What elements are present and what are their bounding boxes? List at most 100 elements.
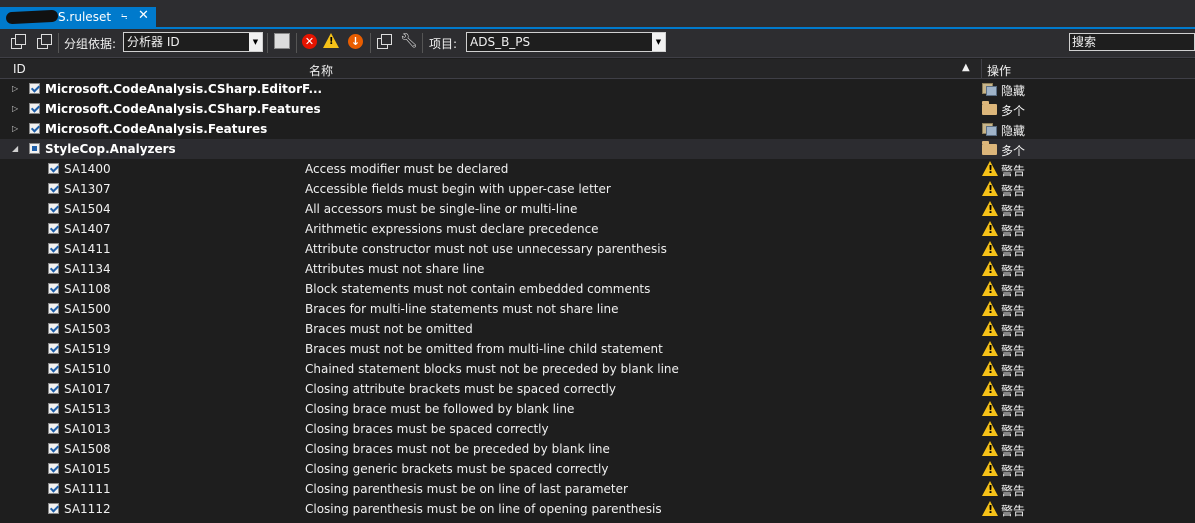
rule-row[interactable]: SA1504 All accessors must be single-line … (0, 199, 1195, 219)
rule-name: Accessible fields must begin with upper-… (305, 182, 611, 196)
rule-checkbox[interactable] (48, 363, 59, 374)
rule-row[interactable]: SA1508 Closing braces must not be precede… (0, 439, 1195, 459)
rule-action[interactable]: 警告 (1001, 302, 1025, 319)
rule-action[interactable]: 警告 (1001, 202, 1025, 219)
id-column-header[interactable]: ID (13, 62, 26, 76)
rule-checkbox[interactable] (48, 343, 59, 354)
name-column-header[interactable]: 名称 (309, 62, 333, 79)
collapsed-arrow-icon[interactable]: ▷ (12, 84, 18, 93)
collapsed-arrow-icon[interactable]: ▷ (12, 104, 18, 113)
rule-row[interactable]: SA1015 Closing generic brackets must be s… (0, 459, 1195, 479)
rule-checkbox[interactable] (48, 223, 59, 234)
rule-id: SA1017 (64, 382, 111, 396)
group-checkbox[interactable] (29, 143, 40, 154)
wrench-icon[interactable]: 🔧︎ (400, 33, 418, 49)
expanded-arrow-icon[interactable]: ◢ (12, 144, 18, 153)
rule-checkbox[interactable] (48, 183, 59, 194)
rule-checkbox[interactable] (48, 483, 59, 494)
rule-row[interactable]: SA1513 Closing brace must be followed by … (0, 399, 1195, 419)
analyzer-group-row[interactable]: ▷ Microsoft.CodeAnalysis.Features 隐藏 (0, 119, 1195, 139)
rule-row[interactable]: SA1112 Closing parenthesis must be on lin… (0, 499, 1195, 519)
rule-name: Braces must not be omitted from multi-li… (305, 342, 663, 356)
rule-action[interactable]: 警告 (1001, 442, 1025, 459)
chevron-down-icon[interactable]: ▼ (652, 33, 665, 51)
rule-row[interactable]: SA1407 Arithmetic expressions must declar… (0, 219, 1195, 239)
rule-row[interactable]: SA1519 Braces must not be omitted from mu… (0, 339, 1195, 359)
group-by-dropdown[interactable]: 分析器 ID ▼ (123, 32, 263, 52)
group-action[interactable]: 多个 (1001, 102, 1025, 119)
rule-row[interactable]: SA1503 Braces must not be omitted 警告 (0, 319, 1195, 339)
close-icon[interactable]: ✕ (138, 8, 149, 23)
rule-checkbox[interactable] (48, 283, 59, 294)
rule-checkbox[interactable] (48, 243, 59, 254)
search-input[interactable]: 搜索 (1069, 33, 1195, 51)
rule-name: Arithmetic expressions must declare prec… (305, 222, 599, 236)
rule-checkbox[interactable] (48, 163, 59, 174)
ruleset-toolbar: 分组依据: 分析器 ID ▼ ✕ ! ↓ 🔧︎ 项目: ADS_B_PS ▼ 搜… (0, 29, 1195, 58)
rule-checkbox[interactable] (48, 383, 59, 394)
rule-row[interactable]: SA1510 Chained statement blocks must not … (0, 359, 1195, 379)
rule-checkbox[interactable] (48, 323, 59, 334)
rule-action[interactable]: 警告 (1001, 242, 1025, 259)
rule-row[interactable]: SA1017 Closing attribute brackets must be… (0, 379, 1195, 399)
rule-row[interactable]: SA1013 Closing braces must be spaced corr… (0, 419, 1195, 439)
rule-action[interactable]: 警告 (1001, 182, 1025, 199)
rule-row[interactable]: SA1411 Attribute constructor must not use… (0, 239, 1195, 259)
rule-name: Braces must not be omitted (305, 322, 473, 336)
rule-name: Attribute constructor must not use unnec… (305, 242, 667, 256)
rule-row[interactable]: SA1111 Closing parenthesis must be on lin… (0, 479, 1195, 499)
action-column-header[interactable]: 操作 (987, 62, 1011, 79)
copy-icon[interactable] (377, 33, 393, 49)
rule-row[interactable]: SA1500 Braces for multi-line statements m… (0, 299, 1195, 319)
rule-checkbox[interactable] (48, 403, 59, 414)
rule-action[interactable]: 警告 (1001, 462, 1025, 479)
rule-row[interactable]: SA1307 Accessible fields must begin with … (0, 179, 1195, 199)
expand-all-icon[interactable] (11, 33, 27, 49)
pin-icon[interactable]: ⨫ (121, 9, 127, 23)
collapsed-arrow-icon[interactable]: ▷ (12, 124, 18, 133)
error-filter-icon[interactable]: ✕ (302, 34, 317, 49)
group-action[interactable]: 隐藏 (1001, 122, 1025, 139)
warning-filter-icon[interactable]: ! (323, 33, 339, 48)
rule-checkbox[interactable] (48, 303, 59, 314)
rule-action[interactable]: 警告 (1001, 162, 1025, 179)
analyzer-group-row[interactable]: ◢ StyleCop.Analyzers 多个 (0, 139, 1195, 159)
group-action[interactable]: 多个 (1001, 142, 1025, 159)
rule-action[interactable]: 警告 (1001, 422, 1025, 439)
chevron-down-icon[interactable]: ▼ (249, 33, 262, 51)
rule-checkbox[interactable] (48, 443, 59, 454)
rule-checkbox[interactable] (48, 263, 59, 274)
column-divider[interactable] (981, 59, 982, 78)
rule-action[interactable]: 警告 (1001, 402, 1025, 419)
rule-row[interactable]: SA1108 Block statements must not contain … (0, 279, 1195, 299)
rule-name: Closing brace must be followed by blank … (305, 402, 575, 416)
rule-action[interactable]: 警告 (1001, 382, 1025, 399)
document-tab[interactable]: S.ruleset ⨫ ✕ (0, 7, 156, 27)
rule-action[interactable]: 警告 (1001, 222, 1025, 239)
group-name: StyleCop.Analyzers (45, 142, 176, 156)
rule-action[interactable]: 警告 (1001, 262, 1025, 279)
group-checkbox[interactable] (29, 103, 40, 114)
rule-action[interactable]: 警告 (1001, 482, 1025, 499)
rule-name: Closing braces must be spaced correctly (305, 422, 549, 436)
rule-action[interactable]: 警告 (1001, 502, 1025, 519)
info-filter-icon[interactable]: ↓ (348, 34, 363, 49)
rule-row[interactable]: SA1400 Access modifier must be declared 警告 (0, 159, 1195, 179)
rule-checkbox[interactable] (48, 203, 59, 214)
rule-action[interactable]: 警告 (1001, 362, 1025, 379)
rule-checkbox[interactable] (48, 503, 59, 514)
rule-action[interactable]: 警告 (1001, 342, 1025, 359)
analyzer-group-row[interactable]: ▷ Microsoft.CodeAnalysis.CSharp.Features 多… (0, 99, 1195, 119)
analyzer-group-row[interactable]: ▷ Microsoft.CodeAnalysis.CSharp.EditorF..… (0, 79, 1195, 99)
rule-info-icon[interactable] (274, 33, 290, 49)
collapse-all-icon[interactable] (37, 33, 53, 49)
group-checkbox[interactable] (29, 123, 40, 134)
rule-action[interactable]: 警告 (1001, 282, 1025, 299)
rule-checkbox[interactable] (48, 463, 59, 474)
group-action[interactable]: 隐藏 (1001, 82, 1025, 99)
group-checkbox[interactable] (29, 83, 40, 94)
rule-action[interactable]: 警告 (1001, 322, 1025, 339)
rule-row[interactable]: SA1134 Attributes must not share line 警告 (0, 259, 1195, 279)
project-dropdown[interactable]: ADS_B_PS ▼ (466, 32, 666, 52)
rule-checkbox[interactable] (48, 423, 59, 434)
